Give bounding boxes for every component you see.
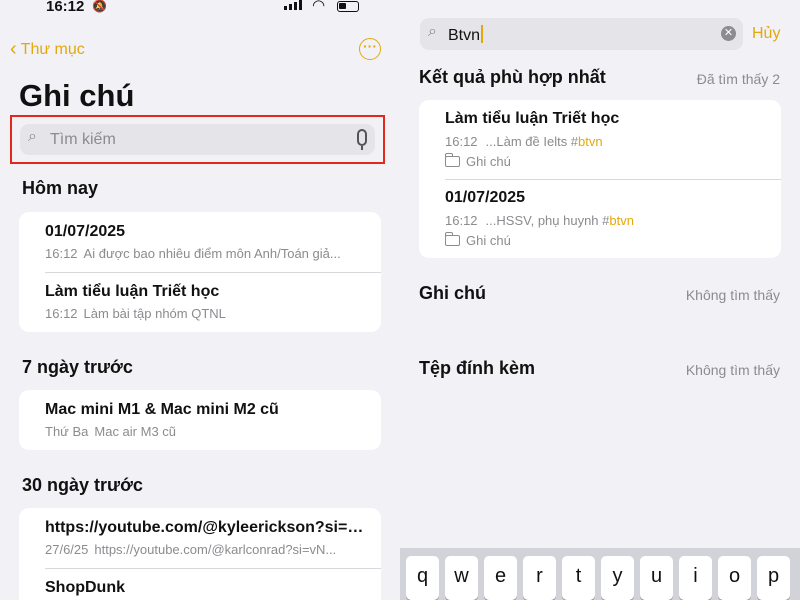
more-options-icon[interactable]: ··· [359, 38, 381, 60]
notes-section-status: Không tìm thấy [685, 287, 780, 303]
attachments-section-status: Không tìm thấy [685, 362, 780, 378]
note-meta: 16:12 Làm bài tập nhóm QTNL [45, 306, 226, 321]
key-r[interactable]: r [523, 556, 556, 600]
cellular-signal-icon [284, 0, 302, 10]
note-title: Làm tiểu luận Triết học [45, 283, 220, 300]
notes-section-title: Ghi chú [419, 283, 486, 303]
search-placeholder: Tìm kiếm [50, 131, 116, 148]
status-bar: 16:12 🔕 ◠ [0, 0, 400, 16]
clear-icon[interactable]: ✕ [721, 26, 736, 41]
folder-icon [445, 153, 460, 167]
battery-icon [337, 1, 359, 12]
note-meta: 27/6/25 https://youtube.com/@karlconrad?s… [45, 542, 337, 557]
section-today-title: Hôm nay [22, 178, 99, 198]
cancel-button[interactable]: Hủy [752, 25, 780, 43]
back-label: Thư mục [20, 40, 85, 58]
note-title: 01/07/2025 [45, 223, 126, 240]
note-title: https://youtube.com/@kyleerickson?si=R..… [45, 519, 373, 536]
note-meta: 16:12 ...Làm đề Ielts #btvn [445, 134, 603, 149]
best-match-title: Kết quả phù hợp nhất [419, 67, 606, 87]
notes-card-today: 01/07/2025 16:12 Ai được bao nhiêu điểm m… [19, 212, 381, 332]
key-p[interactable]: p [757, 556, 790, 600]
search-results-screen: ⌕ Btvn ✕ Hủy Kết quả phù hợp nhất Đã tìm… [400, 0, 800, 600]
mute-bell-icon: 🔕 [92, 0, 107, 13]
search-query: Btvn [448, 27, 481, 44]
folder-name: Ghi chú [466, 154, 511, 169]
key-w[interactable]: w [445, 556, 478, 600]
key-u[interactable]: u [640, 556, 673, 600]
note-title: ShopDunk [45, 579, 125, 596]
list-item[interactable]: https://youtube.com/@kyleerickson?si=R..… [19, 508, 381, 568]
list-item[interactable]: 01/07/2025 16:12 Ai được bao nhiêu điểm m… [19, 212, 381, 272]
search-icon: ⌕ [28, 128, 37, 145]
note-meta: 16:12 ...HSSV, phụ huynh #btvn [445, 213, 634, 228]
search-icon: ⌕ [428, 23, 437, 40]
key-e[interactable]: e [484, 556, 517, 600]
notes-card-30-days: https://youtube.com/@kyleerickson?si=R..… [19, 508, 381, 600]
microphone-icon[interactable] [357, 129, 367, 150]
keyboard: q w e r t y u i o p [400, 548, 800, 600]
notes-card-7-days: Mac mini M1 & Mac mini M2 cũ Thứ Ba Mac a… [19, 390, 381, 450]
search-highlight-box: ⌕ Tìm kiếm [10, 115, 385, 164]
hashtag: btvn [609, 213, 634, 228]
result-count: Đã tìm thấy 2 [696, 71, 780, 87]
status-time: 16:12 [46, 0, 85, 15]
list-item[interactable]: Làm tiểu luận Triết học 16:12 ...Làm đề I… [419, 100, 781, 179]
search-input[interactable]: ⌕ Btvn ✕ [420, 18, 743, 50]
note-title: Mac mini M1 & Mac mini M2 cũ [45, 401, 279, 418]
note-meta: Thứ Ba Mac air M3 cũ [45, 424, 177, 439]
key-q[interactable]: q [406, 556, 439, 600]
section-30-days-title: 30 ngày trước [22, 475, 143, 495]
section-7-days-title: 7 ngày trước [22, 357, 133, 377]
hashtag: btvn [578, 134, 603, 149]
folder-icon [445, 232, 460, 246]
note-title: Làm tiểu luận Triết học [445, 110, 620, 127]
chevron-left-icon: ‹ [10, 38, 17, 60]
key-y[interactable]: y [601, 556, 634, 600]
list-item[interactable]: Mac mini M1 & Mac mini M2 cũ Thứ Ba Mac a… [19, 390, 381, 450]
attachments-section-title: Tệp đính kèm [419, 358, 536, 378]
folder-name: Ghi chú [466, 233, 511, 248]
note-title: 01/07/2025 [445, 189, 526, 206]
key-t[interactable]: t [562, 556, 595, 600]
list-item[interactable]: Làm tiểu luận Triết học 16:12 Làm bài tập… [19, 272, 381, 332]
page-title: Ghi chú [19, 78, 135, 113]
best-match-card: Làm tiểu luận Triết học 16:12 ...Làm đề I… [419, 100, 781, 258]
note-meta: 16:12 Ai được bao nhiêu điểm môn Anh/Toán… [45, 246, 341, 261]
text-cursor [481, 25, 484, 43]
list-item[interactable]: 01/07/2025 16:12 ...HSSV, phụ huynh #btvn… [419, 179, 781, 258]
key-i[interactable]: i [679, 556, 712, 600]
wifi-icon: ◠ [312, 0, 326, 14]
back-button[interactable]: ‹ Thư mục [10, 38, 85, 61]
key-o[interactable]: o [718, 556, 751, 600]
search-input[interactable]: ⌕ Tìm kiếm [20, 124, 375, 155]
list-item[interactable]: ShopDunk [19, 568, 381, 600]
notes-list-screen: 16:12 🔕 ◠ ‹ Thư mục ··· Ghi chú ⌕ Tìm ki… [0, 0, 400, 600]
